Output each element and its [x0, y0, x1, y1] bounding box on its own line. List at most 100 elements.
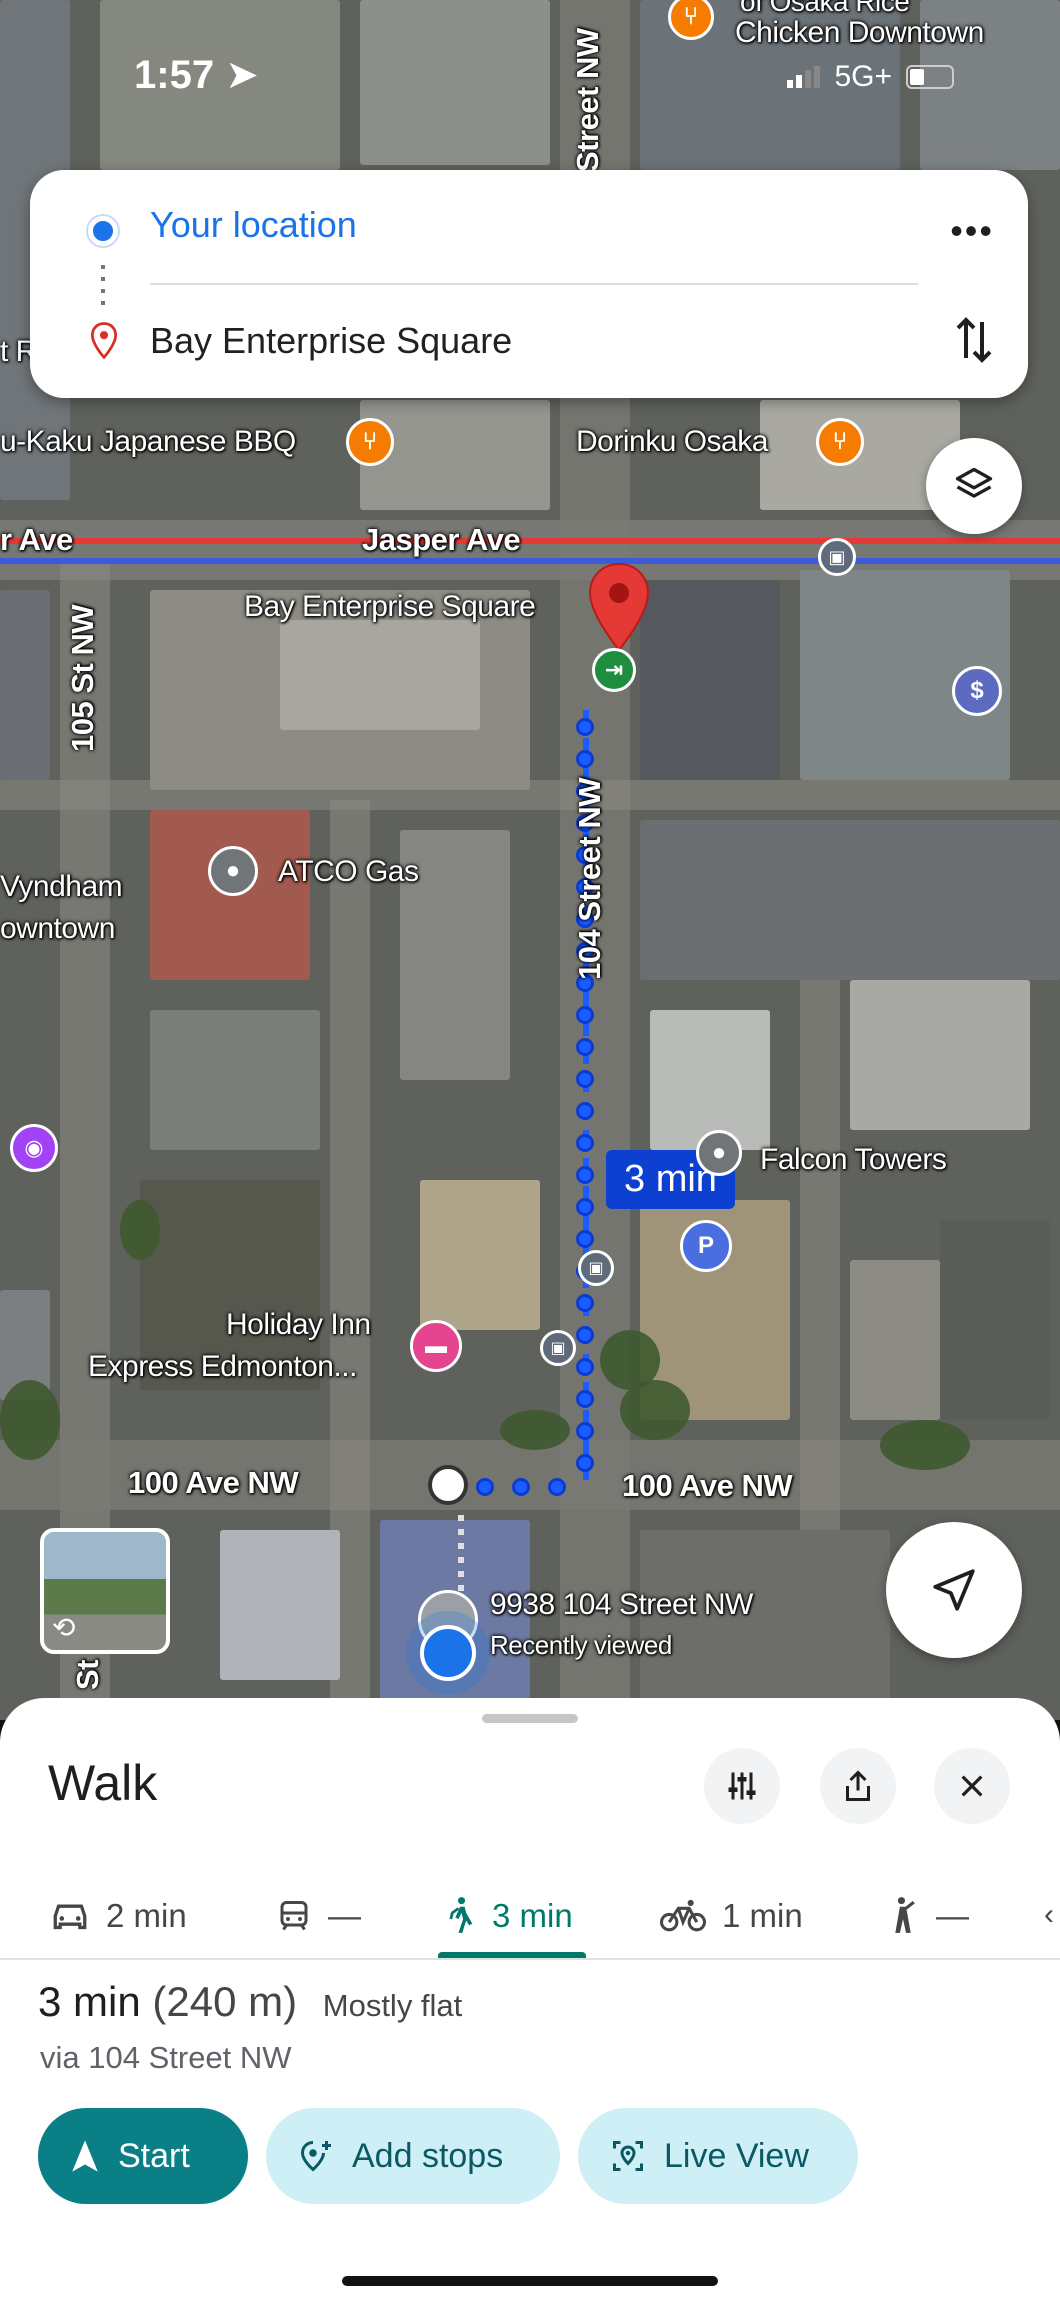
route-dot [476, 1478, 494, 1496]
recenter-button[interactable] [886, 1522, 1022, 1658]
poi-holiday-line2[interactable]: Express Edmonton... [88, 1350, 357, 1384]
recently-viewed-label: Recently viewed [490, 1630, 672, 1660]
photo-spot-icon[interactable]: ◉ [10, 1124, 58, 1172]
building [850, 980, 1030, 1130]
bus-stop-icon[interactable]: ▣ [540, 1330, 576, 1366]
status-time-text: 1:57 [134, 53, 215, 97]
home-indicator[interactable] [342, 2276, 718, 2286]
restaurant-pin-icon[interactable]: ⑂ [816, 418, 864, 466]
poi-address-label[interactable]: 9938 104 Street NW [490, 1588, 753, 1622]
route-dot [512, 1478, 530, 1496]
destination-pin-icon[interactable] [587, 562, 651, 652]
building [420, 1180, 540, 1330]
swap-direction-icon[interactable] [954, 314, 994, 366]
more-options-icon[interactable]: ••• [950, 210, 994, 252]
street-label-104: 104 Street NW [572, 778, 607, 980]
atco-pin-icon[interactable]: ● [208, 846, 258, 896]
poi-bbq-label[interactable]: u-Kaku Japanese BBQ [0, 425, 296, 459]
connector-dots [101, 265, 105, 305]
route-dot [576, 1230, 594, 1248]
building [640, 1530, 890, 1720]
status-time: 1:57 ➤ [134, 52, 259, 98]
poi-atco-label[interactable]: ATCO Gas [278, 855, 419, 889]
falcon-pin-icon[interactable]: ● [696, 1130, 742, 1176]
restaurant-pin-icon[interactable]: ⑂ [346, 418, 394, 466]
route-dot [576, 1326, 594, 1344]
street-label-jasper-left: r Ave [0, 522, 73, 557]
start-button-label: Start [118, 2136, 190, 2175]
tab-transit[interactable]: — [276, 1868, 361, 1964]
tab-transit-label: — [328, 1897, 361, 1934]
add-stops-button[interactable]: Add stops [266, 2108, 560, 2204]
route-dot [576, 1294, 594, 1312]
route-dot [576, 1358, 594, 1376]
live-view-button[interactable]: Live View [578, 2108, 858, 2204]
parking-icon[interactable]: P [680, 1220, 732, 1272]
route-duration: 3 min [38, 1978, 141, 2025]
tab-walk[interactable]: 3 min [444, 1868, 573, 1964]
location-arrow-icon: ➤ [225, 53, 259, 97]
live-view-label: Live View [664, 2136, 809, 2175]
dollar-sign: $ [970, 677, 984, 704]
route-dot [576, 1454, 594, 1472]
bike-icon [660, 1899, 706, 1932]
route-dot [576, 1422, 594, 1440]
origin-field[interactable]: Your location [150, 204, 357, 246]
add-location-icon [300, 2141, 331, 2172]
tab-rideshare-label: — [936, 1897, 969, 1934]
street-label-100-right: 100 Ave NW [622, 1468, 793, 1503]
poi-wyndham-line2[interactable]: owntown [0, 912, 115, 946]
atm-icon[interactable]: $ [952, 666, 1002, 716]
poi-wyndham-line1[interactable]: Vyndham [0, 870, 123, 904]
sheet-handle[interactable] [482, 1714, 578, 1723]
poi-falcon-label[interactable]: Falcon Towers [760, 1143, 947, 1177]
route-dot [576, 750, 594, 768]
walking-connector [458, 1515, 464, 1595]
street-label-st: St [70, 1660, 105, 1690]
live-view-icon [613, 2141, 643, 2171]
tree [500, 1410, 570, 1450]
options-button[interactable] [704, 1748, 780, 1824]
tab-rideshare[interactable]: — [886, 1868, 969, 1964]
poi-bay-label[interactable]: Bay Enterprise Square [244, 590, 536, 624]
building [650, 1010, 770, 1150]
route-dot [576, 1390, 594, 1408]
origin-dot-icon [88, 216, 118, 246]
tune-icon [728, 1772, 756, 1800]
destination-marker-icon [90, 322, 118, 360]
network-label: 5G+ [834, 60, 892, 93]
card-divider [150, 283, 918, 285]
tab-bike[interactable]: 1 min [660, 1868, 803, 1964]
bus-stop-icon[interactable]: ▣ [578, 1250, 614, 1286]
tab-drive[interactable]: 2 min [50, 1868, 187, 1964]
destination-field[interactable]: Bay Enterprise Square [150, 320, 512, 362]
close-button[interactable] [934, 1748, 1010, 1824]
my-location-dot-icon[interactable] [420, 1625, 476, 1681]
signal-icon [787, 66, 821, 88]
tree [0, 1380, 60, 1460]
rideshare-icon [895, 1897, 915, 1933]
route-dot [576, 1102, 594, 1120]
route-dot [576, 1134, 594, 1152]
parking-lot [640, 820, 1060, 980]
street-label-jasper: Jasper Ave [362, 522, 521, 557]
walk-icon [449, 1897, 473, 1933]
poi-dorinku-label[interactable]: Dorinku Osaka [576, 425, 768, 459]
hotel-pin-icon[interactable]: ▬ [410, 1320, 462, 1372]
poi-holiday-line1[interactable]: Holiday Inn [226, 1308, 371, 1342]
layers-button[interactable] [926, 438, 1022, 534]
transit-line [0, 558, 1060, 564]
car-icon [53, 1904, 87, 1930]
start-button[interactable]: Start [38, 2108, 248, 2204]
transit-stop-icon[interactable]: ▣ [818, 538, 856, 576]
route-dot [576, 1166, 594, 1184]
layers-icon [955, 467, 993, 498]
poi-chicken-label[interactable]: Chicken Downtown [735, 16, 984, 50]
parking-lot [940, 1220, 1050, 1420]
share-button[interactable] [820, 1748, 896, 1824]
building [360, 0, 550, 165]
directions-bottom-sheet[interactable]: Walk 2 min — 3 min 1 min — ‹ 3 min (240 … [0, 1698, 1060, 2304]
close-icon [961, 1775, 983, 1797]
street-view-thumbnail[interactable]: ⟲ [40, 1528, 170, 1654]
route-dot [576, 1038, 594, 1056]
